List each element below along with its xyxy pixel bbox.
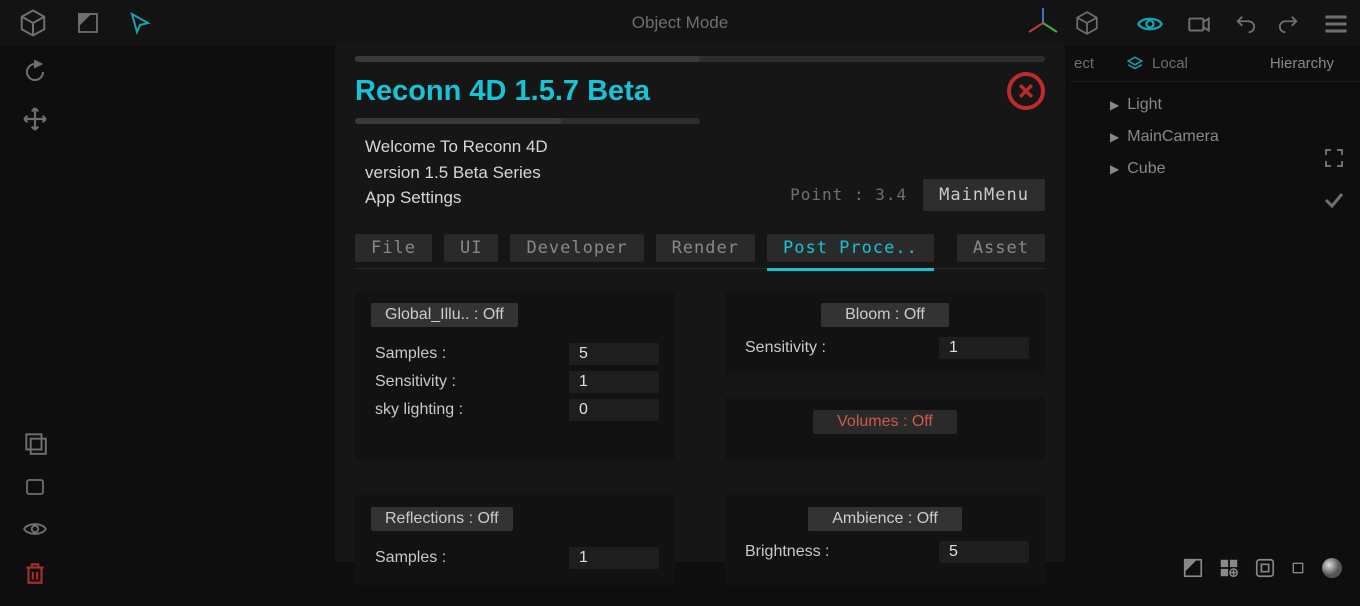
hamburger-menu-icon[interactable] — [1322, 10, 1350, 38]
tab-asset[interactable]: Asset — [957, 234, 1045, 262]
tab-hierarchy[interactable]: Hierarchy — [1254, 46, 1360, 81]
small-square-icon[interactable] — [1290, 560, 1306, 576]
visibility-icon[interactable] — [1136, 10, 1164, 38]
bloom-sensitivity-input[interactable] — [939, 337, 1029, 359]
layers-icon[interactable] — [22, 430, 48, 456]
settings-dialog: Reconn 4D 1.5.7 Beta Welcome To Reconn 4… — [335, 42, 1065, 562]
view-cube-icon[interactable] — [1074, 10, 1100, 36]
undo-icon[interactable] — [1234, 13, 1256, 35]
rectangle-icon[interactable] — [23, 474, 47, 498]
panel-volumes: Volumes : Off — [725, 397, 1045, 461]
refl-samples-label: Samples : — [375, 549, 446, 567]
gi-samples-input[interactable] — [569, 343, 659, 365]
tab-file[interactable]: File — [355, 234, 432, 262]
sphere-icon[interactable] — [1320, 556, 1344, 580]
bloom-toggle[interactable]: Bloom : Off — [821, 303, 949, 327]
trash-icon[interactable] — [22, 560, 48, 586]
right-panel: ect Local Hierarchy ▶Light ▶MainCamera ▶… — [1070, 46, 1360, 606]
move-icon[interactable] — [22, 106, 48, 132]
axis-gizmo-icon[interactable] — [1026, 6, 1060, 40]
cursor-icon[interactable] — [128, 11, 152, 35]
tab-ui[interactable]: UI — [444, 234, 498, 262]
grid-add-icon[interactable] — [1218, 557, 1240, 579]
camera-icon[interactable] — [1186, 11, 1212, 37]
gi-samples-label: Samples : — [375, 345, 446, 363]
left-bottom-toolbar — [0, 430, 70, 586]
welcome-text: Welcome To Reconn 4D version 1.5 Beta Se… — [355, 134, 548, 211]
material-icon[interactable] — [1182, 557, 1204, 579]
hierarchy-item-maincamera[interactable]: ▶MainCamera — [1110, 128, 1360, 146]
tab-local[interactable]: Local — [1110, 46, 1204, 81]
cube-icon[interactable] — [18, 8, 48, 38]
mainmenu-button[interactable]: MainMenu — [923, 179, 1045, 211]
tab-project[interactable]: ect — [1070, 46, 1110, 81]
tab-developer[interactable]: Developer — [510, 234, 643, 262]
settings-tab-row: File UI Developer Render Post Proce.. As… — [355, 229, 1045, 269]
gi-sensitivity-label: Sensitivity : — [375, 373, 456, 391]
refresh-icon[interactable] — [23, 60, 47, 84]
gi-sky-label: sky lighting : — [375, 401, 463, 419]
hierarchy-item-light[interactable]: ▶Light — [1110, 96, 1360, 114]
top-bar: Object Mode — [0, 0, 1360, 46]
panel-ambience: Ambience : Off Brightness : — [725, 495, 1045, 585]
fullscreen-icon[interactable] — [1322, 146, 1346, 170]
gi-sensitivity-input[interactable] — [569, 371, 659, 393]
shape-icon[interactable] — [76, 11, 100, 35]
reflections-toggle[interactable]: Reflections : Off — [371, 507, 513, 531]
refl-samples-input[interactable] — [569, 547, 659, 569]
tab-post-processing[interactable]: Post Proce.. — [767, 234, 934, 262]
box-icon[interactable] — [1254, 557, 1276, 579]
progress-bar-sub — [355, 118, 700, 124]
gi-sky-input[interactable] — [569, 399, 659, 421]
panel-global-illumination: Global_Illu.. : Off Samples : Sensitivit… — [355, 291, 675, 461]
point-label: Point : 3.4 — [790, 185, 907, 204]
dialog-title: Reconn 4D 1.5.7 Beta — [355, 75, 650, 108]
eye-icon[interactable] — [22, 516, 48, 542]
mode-label: Object Mode — [632, 13, 728, 33]
hierarchy-list: ▶Light ▶MainCamera ▶Cube — [1070, 82, 1360, 178]
progress-bar-top — [355, 56, 1045, 62]
amb-brightness-label: Brightness : — [745, 543, 829, 561]
amb-brightness-input[interactable] — [939, 541, 1029, 563]
panel-reflections: Reflections : Off Samples : — [355, 495, 675, 585]
close-button[interactable] — [1007, 72, 1045, 110]
check-icon[interactable] — [1322, 188, 1346, 212]
bloom-sensitivity-label: Sensitivity : — [745, 339, 826, 357]
volumes-toggle[interactable]: Volumes : Off — [813, 410, 957, 434]
redo-icon[interactable] — [1278, 13, 1300, 35]
tab-render[interactable]: Render — [656, 234, 755, 262]
global-illum-toggle[interactable]: Global_Illu.. : Off — [371, 303, 518, 327]
panel-bloom: Bloom : Off Sensitivity : — [725, 291, 1045, 375]
ambience-toggle[interactable]: Ambience : Off — [808, 507, 962, 531]
